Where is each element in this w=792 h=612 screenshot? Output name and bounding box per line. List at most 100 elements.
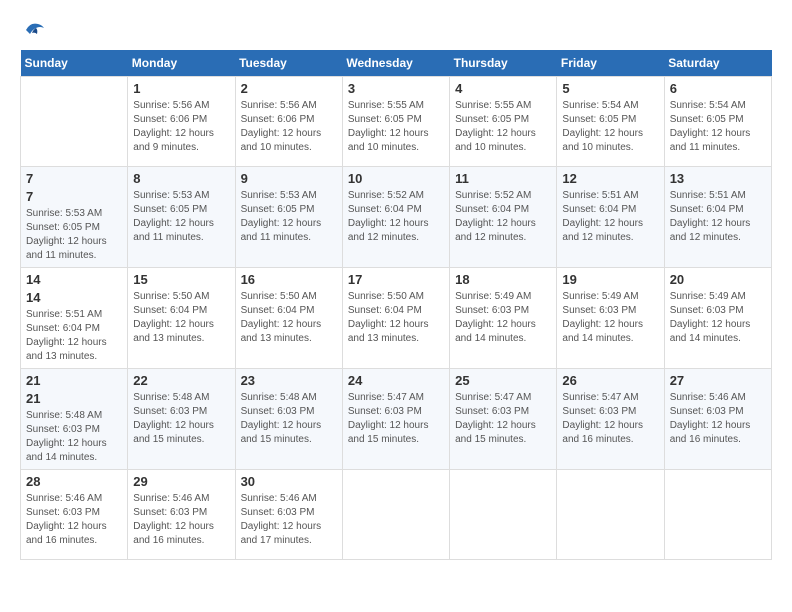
calendar-week-2: 7 7 Sunrise: 5:53 AMSunset: 6:05 PMDayligh… — [21, 167, 772, 268]
day-info: Sunrise: 5:55 AMSunset: 6:05 PMDaylight:… — [348, 99, 444, 155]
day-info: Sunrise: 5:53 AMSunset: 6:05 PMDaylight:… — [26, 207, 122, 263]
day-number: 7 — [26, 171, 122, 186]
day-number: 27 — [670, 373, 766, 388]
day-number: 24 — [348, 373, 444, 388]
calendar-table: SundayMondayTuesdayWednesdayThursdayFrid… — [20, 50, 772, 560]
day-info: Sunrise: 5:54 AMSunset: 6:05 PMDaylight:… — [562, 99, 658, 155]
day-number: 7 — [26, 189, 122, 204]
calendar-cell — [664, 470, 771, 560]
calendar-cell: 9Sunrise: 5:53 AMSunset: 6:05 PMDaylight… — [235, 167, 342, 268]
day-number: 26 — [562, 373, 658, 388]
calendar-cell: 18 Sunrise: 5:49 AMSunset: 6:03 PMDayligh… — [450, 268, 557, 369]
weekday-header-saturday: Saturday — [664, 50, 771, 77]
day-number: 19 — [562, 272, 658, 287]
day-info: Sunrise: 5:52 AMSunset: 6:04 PMDaylight:… — [455, 189, 551, 245]
day-info: Sunrise: 5:47 AMSunset: 6:03 PMDaylight:… — [348, 391, 444, 447]
day-number: 18 — [455, 272, 551, 287]
weekday-header-thursday: Thursday — [450, 50, 557, 77]
calendar-cell: 22 Sunrise: 5:48 AMSunset: 6:03 PMDayligh… — [128, 369, 235, 470]
weekday-header-tuesday: Tuesday — [235, 50, 342, 77]
day-info: Sunrise: 5:46 AMSunset: 6:03 PMDaylight:… — [241, 492, 337, 548]
day-number: 9 — [241, 171, 337, 186]
day-number: 8 — [133, 171, 229, 186]
day-info: Sunrise: 5:54 AMSunset: 6:05 PMDaylight:… — [670, 99, 766, 155]
calendar-cell: 23 Sunrise: 5:48 AMSunset: 6:03 PMDayligh… — [235, 369, 342, 470]
calendar-cell: 2Sunrise: 5:56 AMSunset: 6:06 PMDaylight… — [235, 77, 342, 167]
calendar-cell: 25 Sunrise: 5:47 AMSunset: 6:03 PMDayligh… — [450, 369, 557, 470]
logo-bird-icon — [22, 20, 46, 40]
calendar-cell: 5Sunrise: 5:54 AMSunset: 6:05 PMDaylight… — [557, 77, 664, 167]
calendar-cell — [342, 470, 449, 560]
calendar-cell: 21 21 Sunrise: 5:48 AMSunset: 6:03 PMDayli… — [21, 369, 128, 470]
day-number: 3 — [348, 81, 444, 96]
day-info: Sunrise: 5:47 AMSunset: 6:03 PMDaylight:… — [455, 391, 551, 447]
calendar-week-4: 21 21 Sunrise: 5:48 AMSunset: 6:03 PMDayli… — [21, 369, 772, 470]
calendar-cell: 29Sunrise: 5:46 AMSunset: 6:03 PMDayligh… — [128, 470, 235, 560]
day-info: Sunrise: 5:46 AMSunset: 6:03 PMDaylight:… — [670, 391, 766, 447]
weekday-header-monday: Monday — [128, 50, 235, 77]
day-info: Sunrise: 5:48 AMSunset: 6:03 PMDaylight:… — [133, 391, 229, 447]
day-info: Sunrise: 5:49 AMSunset: 6:03 PMDaylight:… — [670, 290, 766, 346]
day-info: Sunrise: 5:56 AMSunset: 6:06 PMDaylight:… — [241, 99, 337, 155]
calendar-cell: 16 Sunrise: 5:50 AMSunset: 6:04 PMDayligh… — [235, 268, 342, 369]
day-number: 16 — [241, 272, 337, 287]
day-info: Sunrise: 5:50 AMSunset: 6:04 PMDaylight:… — [133, 290, 229, 346]
day-number: 4 — [455, 81, 551, 96]
day-info: Sunrise: 5:46 AMSunset: 6:03 PMDaylight:… — [133, 492, 229, 548]
weekday-header-row: SundayMondayTuesdayWednesdayThursdayFrid… — [21, 50, 772, 77]
day-number: 11 — [455, 171, 551, 186]
weekday-header-wednesday: Wednesday — [342, 50, 449, 77]
day-number: 15 — [133, 272, 229, 287]
weekday-header-sunday: Sunday — [21, 50, 128, 77]
day-number: 28 — [26, 474, 122, 489]
day-info: Sunrise: 5:46 AMSunset: 6:03 PMDaylight:… — [26, 492, 122, 548]
calendar-cell: 11 Sunrise: 5:52 AMSunset: 6:04 PMDayligh… — [450, 167, 557, 268]
day-info: Sunrise: 5:52 AMSunset: 6:04 PMDaylight:… — [348, 189, 444, 245]
calendar-cell: 12 Sunrise: 5:51 AMSunset: 6:04 PMDayligh… — [557, 167, 664, 268]
day-number: 21 — [26, 373, 122, 388]
day-number: 25 — [455, 373, 551, 388]
calendar-cell: 3 Sunrise: 5:55 AMSunset: 6:05 PMDaylight… — [342, 77, 449, 167]
day-info: Sunrise: 5:51 AMSunset: 6:04 PMDaylight:… — [26, 308, 122, 364]
logo — [20, 20, 46, 40]
day-info: Sunrise: 5:48 AMSunset: 6:03 PMDaylight:… — [241, 391, 337, 447]
day-number: 14 — [26, 272, 122, 287]
calendar-cell: 15 Sunrise: 5:50 AMSunset: 6:04 PMDayligh… — [128, 268, 235, 369]
calendar-cell — [557, 470, 664, 560]
day-number: 22 — [133, 373, 229, 388]
day-number: 1 — [133, 81, 229, 96]
calendar-cell: 10Sunrise: 5:52 AMSunset: 6:04 PMDayligh… — [342, 167, 449, 268]
calendar-cell: 28 Sunrise: 5:46 AMSunset: 6:03 PMDayligh… — [21, 470, 128, 560]
day-number: 30 — [241, 474, 337, 489]
calendar-cell: 27 Sunrise: 5:46 AMSunset: 6:03 PMDayligh… — [664, 369, 771, 470]
calendar-cell: 26 Sunrise: 5:47 AMSunset: 6:03 PMDayligh… — [557, 369, 664, 470]
calendar-week-5: 28 Sunrise: 5:46 AMSunset: 6:03 PMDayligh… — [21, 470, 772, 560]
calendar-cell: 1 Sunrise: 5:56 AMSunset: 6:06 PMDaylight… — [128, 77, 235, 167]
calendar-week-3: 1414Sunrise: 5:51 AMSunset: 6:04 PMDayli… — [21, 268, 772, 369]
calendar-cell: 30 Sunrise: 5:46 AMSunset: 6:03 PMDayligh… — [235, 470, 342, 560]
day-info: Sunrise: 5:55 AMSunset: 6:05 PMDaylight:… — [455, 99, 551, 155]
day-info: Sunrise: 5:51 AMSunset: 6:04 PMDaylight:… — [670, 189, 766, 245]
page-header — [20, 20, 772, 40]
day-number: 23 — [241, 373, 337, 388]
day-info: Sunrise: 5:47 AMSunset: 6:03 PMDaylight:… — [562, 391, 658, 447]
day-info: Sunrise: 5:50 AMSunset: 6:04 PMDaylight:… — [348, 290, 444, 346]
day-info: Sunrise: 5:56 AMSunset: 6:06 PMDaylight:… — [133, 99, 229, 155]
day-info: Sunrise: 5:49 AMSunset: 6:03 PMDaylight:… — [455, 290, 551, 346]
day-info: Sunrise: 5:48 AMSunset: 6:03 PMDaylight:… — [26, 409, 122, 465]
calendar-cell: 20Sunrise: 5:49 AMSunset: 6:03 PMDayligh… — [664, 268, 771, 369]
day-info: Sunrise: 5:53 AMSunset: 6:05 PMDaylight:… — [133, 189, 229, 245]
calendar-cell: 7 7 Sunrise: 5:53 AMSunset: 6:05 PMDayligh… — [21, 167, 128, 268]
day-number: 21 — [26, 391, 122, 406]
calendar-cell: 1414Sunrise: 5:51 AMSunset: 6:04 PMDayli… — [21, 268, 128, 369]
calendar-cell — [450, 470, 557, 560]
day-number: 12 — [562, 171, 658, 186]
calendar-cell: 13 Sunrise: 5:51 AMSunset: 6:04 PMDayligh… — [664, 167, 771, 268]
day-number: 13 — [670, 171, 766, 186]
day-info: Sunrise: 5:50 AMSunset: 6:04 PMDaylight:… — [241, 290, 337, 346]
calendar-cell: 8 Sunrise: 5:53 AMSunset: 6:05 PMDaylight… — [128, 167, 235, 268]
day-info: Sunrise: 5:51 AMSunset: 6:04 PMDaylight:… — [562, 189, 658, 245]
calendar-cell: 6Sunrise: 5:54 AMSunset: 6:05 PMDaylight… — [664, 77, 771, 167]
calendar-cell — [21, 77, 128, 167]
weekday-header-friday: Friday — [557, 50, 664, 77]
